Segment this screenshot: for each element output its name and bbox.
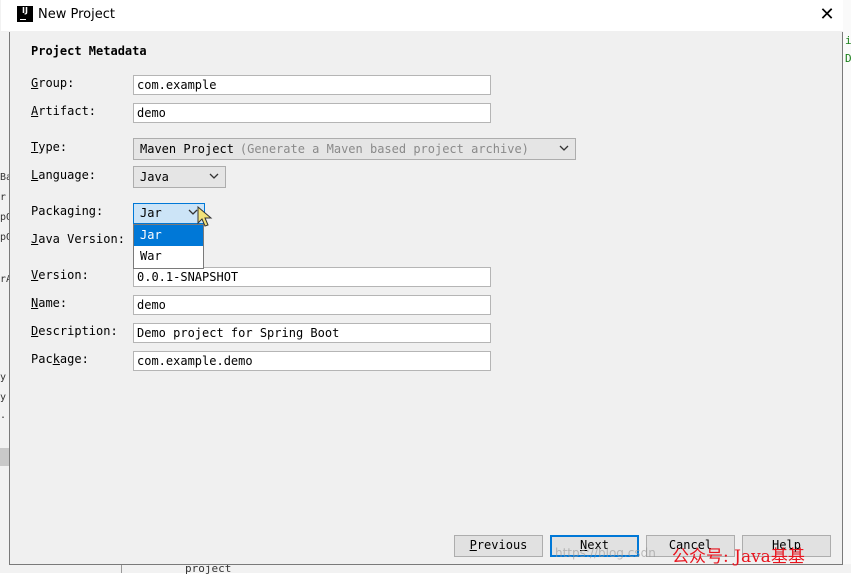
intellij-logo-icon: IJ — [17, 6, 33, 22]
chevron-down-icon — [209, 173, 219, 179]
version-label: Version: — [31, 268, 89, 282]
bg-divider — [121, 564, 122, 573]
watermark-text: 公众号: Java基基 — [672, 547, 805, 567]
section-title: Project Metadata — [31, 44, 147, 58]
bg-fragment: . — [0, 410, 7, 421]
background-ide-right: i D. — [842, 0, 851, 573]
packaging-select-value: Jar — [140, 206, 162, 220]
packaging-label: Packaging: — [31, 204, 104, 218]
chevron-down-icon — [559, 145, 569, 151]
type-select-value: Maven Project — [140, 142, 234, 156]
bg-fragment: y — [0, 372, 7, 383]
description-field[interactable]: Demo project for Spring Boot — [133, 323, 491, 343]
group-field[interactable]: com.example — [133, 75, 491, 95]
title-bar[interactable]: IJ New Project ✕ — [1, 0, 843, 32]
artifact-label: Artifact: — [31, 104, 97, 118]
type-select-hint: (Generate a Maven based project archive) — [239, 142, 529, 156]
language-label: Language: — [31, 168, 97, 182]
dropdown-option-war[interactable]: War — [134, 246, 203, 267]
background-selection-band — [0, 448, 9, 466]
java-version-label: Java Version: — [31, 232, 125, 246]
name-label: Name: — [31, 296, 68, 310]
package-label: Package: — [31, 352, 89, 366]
package-field[interactable]: com.example.demo — [133, 351, 491, 371]
bg-fragment: r — [0, 192, 7, 203]
background-ide-left: Ba r pO pO rA y y . — [0, 0, 12, 573]
packaging-select[interactable]: Jar — [133, 203, 205, 224]
artifact-field[interactable]: demo — [133, 103, 491, 123]
previous-button[interactable]: Previous — [454, 535, 543, 557]
faint-url-watermark: https://blog.csdn — [555, 546, 656, 560]
type-label: Type: — [31, 140, 68, 154]
description-label: Description: — [31, 324, 118, 338]
new-project-dialog: IJ New Project ✕ Project Metadata Group:… — [1, 0, 843, 565]
bg-fragment: D. — [845, 52, 851, 65]
type-select[interactable]: Maven Project (Generate a Maven based pro… — [133, 138, 576, 160]
close-button[interactable]: ✕ — [813, 2, 841, 28]
name-field[interactable]: demo — [133, 295, 491, 315]
mouse-cursor-icon — [197, 206, 213, 227]
group-label: Group: — [31, 76, 75, 90]
window-title: New Project — [38, 7, 115, 22]
dropdown-option-jar[interactable]: Jar — [134, 225, 203, 246]
version-field[interactable]: 0.0.1-SNAPSHOT — [133, 267, 491, 287]
bg-fragment: y — [0, 392, 7, 403]
language-select[interactable]: Java — [133, 166, 226, 188]
language-select-value: Java — [140, 170, 169, 184]
bg-fragment: i — [845, 34, 851, 47]
packaging-dropdown-list: Jar War — [133, 224, 204, 269]
